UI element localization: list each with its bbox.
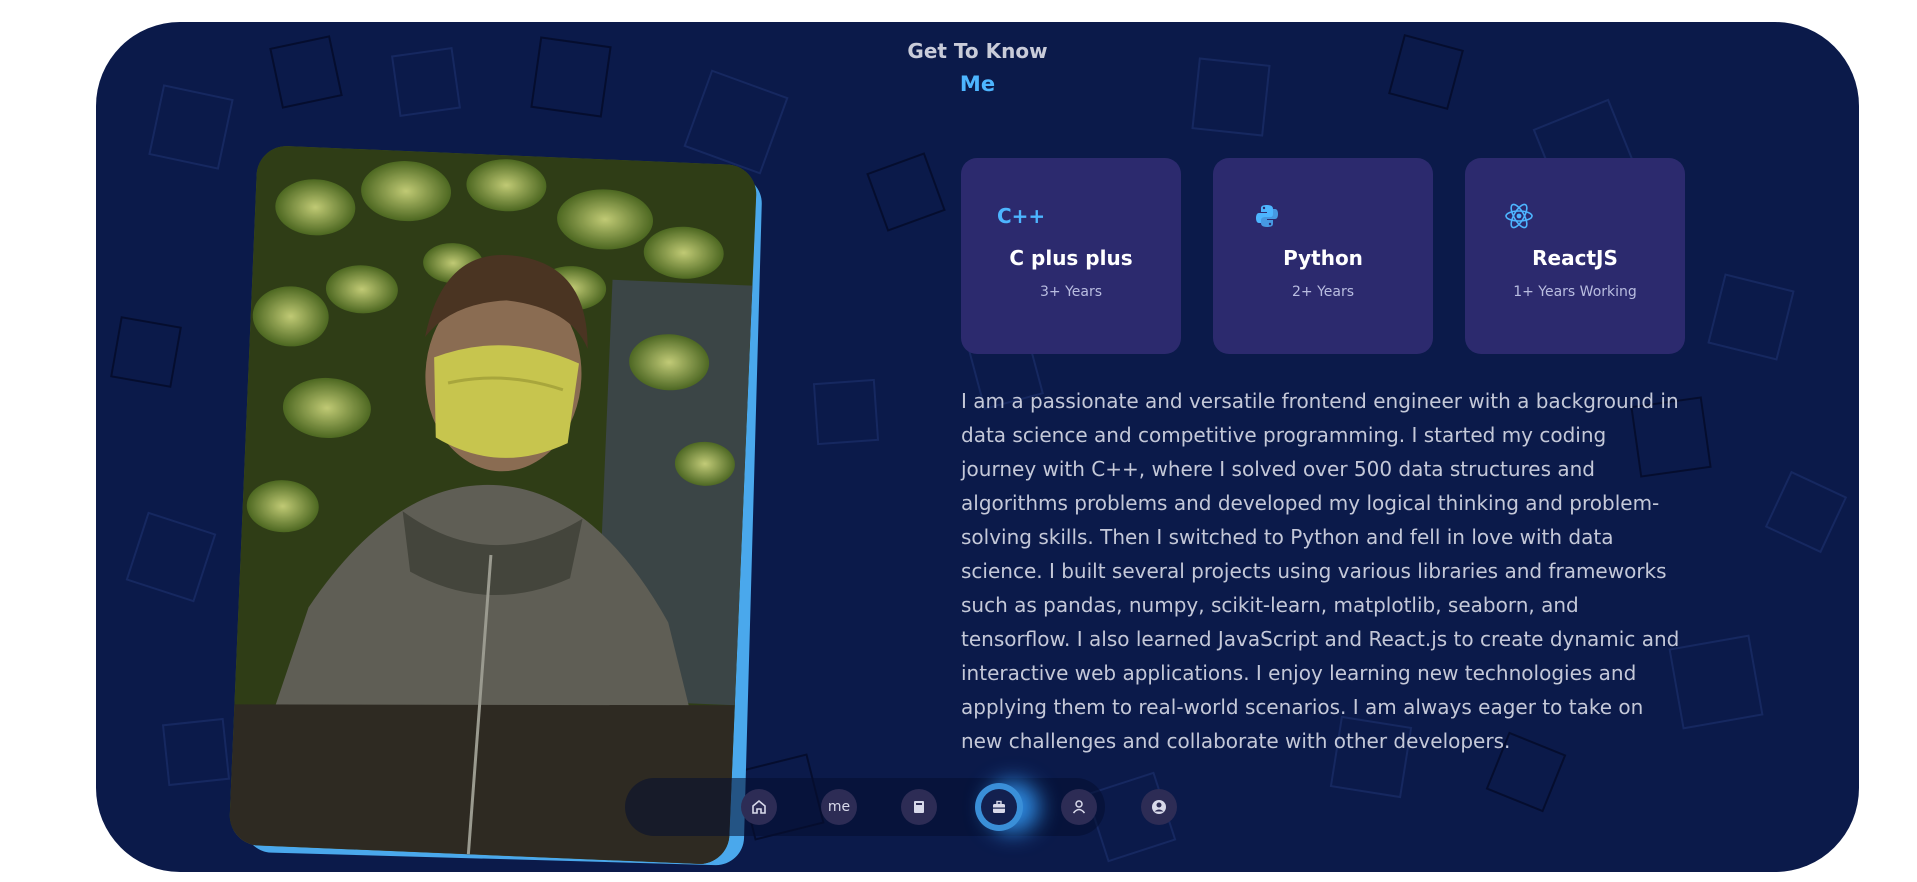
skill-name: C plus plus <box>1009 246 1133 270</box>
skill-card-cplusplus[interactable]: C++ C plus plus 3+ Years <box>961 158 1181 354</box>
section-heading: Get To Know Me <box>96 34 1859 100</box>
home-icon <box>752 799 766 814</box>
skill-experience: 2+ Years <box>1291 284 1355 300</box>
skill-name: ReactJS <box>1532 246 1618 270</box>
section-subtitle: Get To Know <box>907 39 1048 63</box>
book-icon <box>914 801 924 813</box>
skill-experience: 1+ Years Working <box>1513 284 1637 300</box>
user-icon <box>1072 800 1086 814</box>
about-section: Get To Know Me C++ C plus plus 3+ Years … <box>96 22 1859 872</box>
profile-photo-container <box>228 144 763 866</box>
skill-card-react[interactable]: ReactJS 1+ Years Working <box>1465 158 1685 354</box>
user-circle-icon <box>1152 800 1166 814</box>
skill-card-python[interactable]: Python 2+ Years <box>1213 158 1433 354</box>
nav-briefcase-button[interactable] <box>981 789 1017 825</box>
skill-experience: 3+ Years <box>1039 284 1103 300</box>
nav-home-button[interactable] <box>741 789 777 825</box>
section-title: Me <box>959 72 996 96</box>
nav-book-button[interactable] <box>901 789 937 825</box>
python-icon <box>1249 198 1285 234</box>
briefcase-icon <box>993 800 1005 813</box>
react-icon <box>1501 198 1537 234</box>
cplusplus-icon: C++ <box>997 204 1046 228</box>
about-paragraph: I am a passionate and versatile frontend… <box>961 389 1680 753</box>
profile-photo <box>228 144 758 866</box>
skills-cards: C++ C plus plus 3+ Years Python 2+ Years <box>961 158 1685 354</box>
skill-name: Python <box>1283 246 1363 270</box>
nav-user-button[interactable] <box>1061 789 1097 825</box>
bottom-nav-bar: me <box>625 778 1177 836</box>
nav-profile-button[interactable] <box>1141 789 1177 825</box>
nav-me-button[interactable]: me <box>821 789 857 825</box>
